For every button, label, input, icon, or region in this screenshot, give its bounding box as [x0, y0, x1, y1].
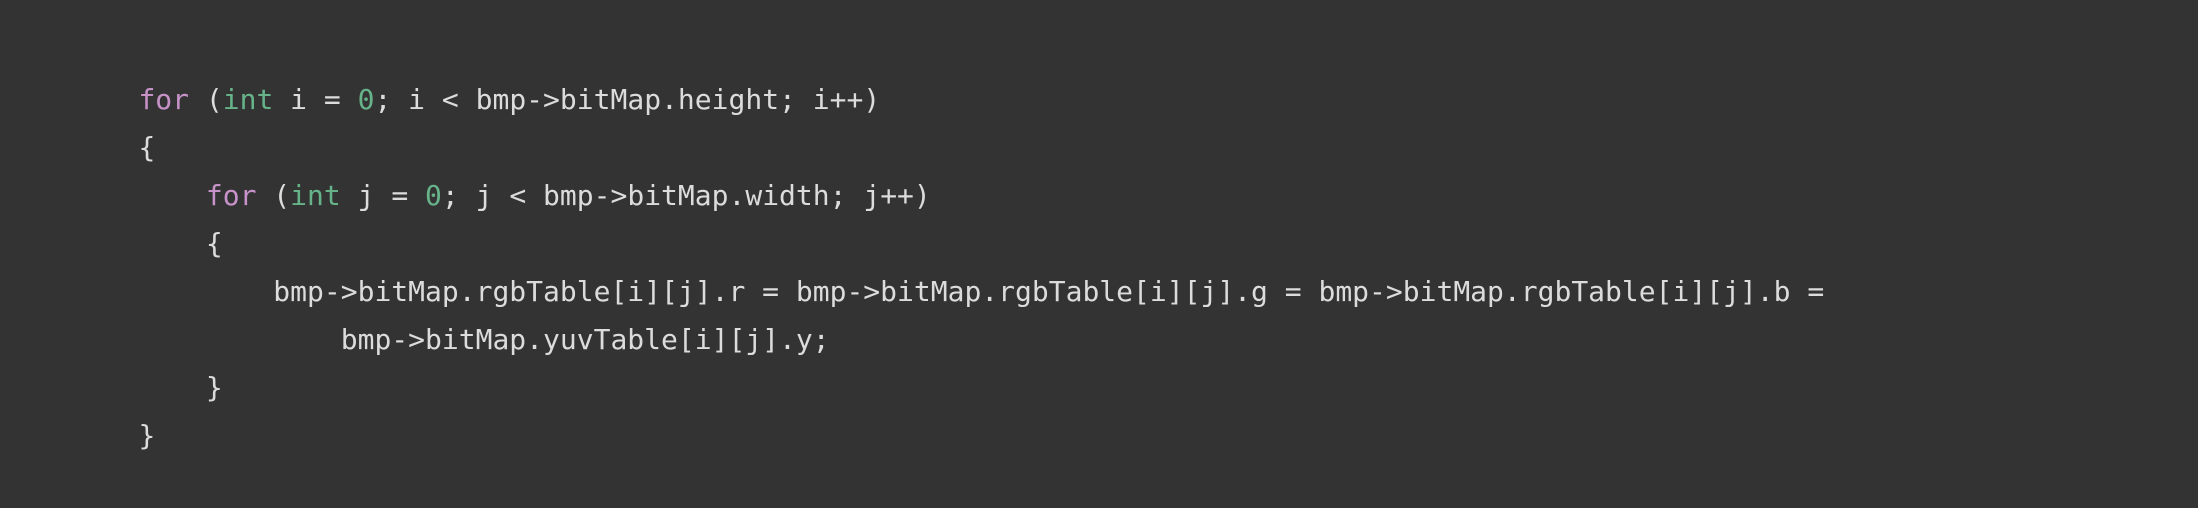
code-token: {: [138, 227, 223, 260]
code-token: for: [205, 179, 257, 212]
code-token: ; i < bmp->bitMap.height; i++): [374, 83, 881, 116]
code-line: for (int i = 0; i < bmp->bitMap.height; …: [71, 28, 2198, 116]
code-block: for (int i = 0; i < bmp->bitMap.height; …: [0, 0, 2198, 452]
code-token: (: [256, 179, 291, 212]
code-token: int: [290, 179, 341, 212]
code-token: int: [222, 83, 274, 116]
code-token: (: [189, 83, 223, 116]
code-token: }: [138, 419, 156, 452]
code-token: 0: [357, 83, 375, 116]
code-token: bmp->bitMap.yuvTable[i][j].y;: [138, 323, 830, 356]
code-token: ; j < bmp->bitMap.width; j++): [441, 179, 931, 212]
code-token: bmp->bitMap.rgbTable[i][j].r = bmp->bitM…: [138, 275, 1825, 308]
code-token: for: [138, 83, 190, 116]
code-line: bmp->bitMap.rgbTable[i][j].r = bmp->bitM…: [71, 220, 2198, 308]
code-token: }: [138, 371, 223, 404]
code-line: for (int j = 0; j < bmp->bitMap.width; j…: [71, 124, 2198, 212]
code-token: j =: [340, 179, 426, 212]
code-line: }: [71, 364, 2198, 452]
code-token: {: [138, 131, 156, 164]
code-token: i =: [273, 83, 358, 116]
code-token: 0: [425, 179, 442, 212]
